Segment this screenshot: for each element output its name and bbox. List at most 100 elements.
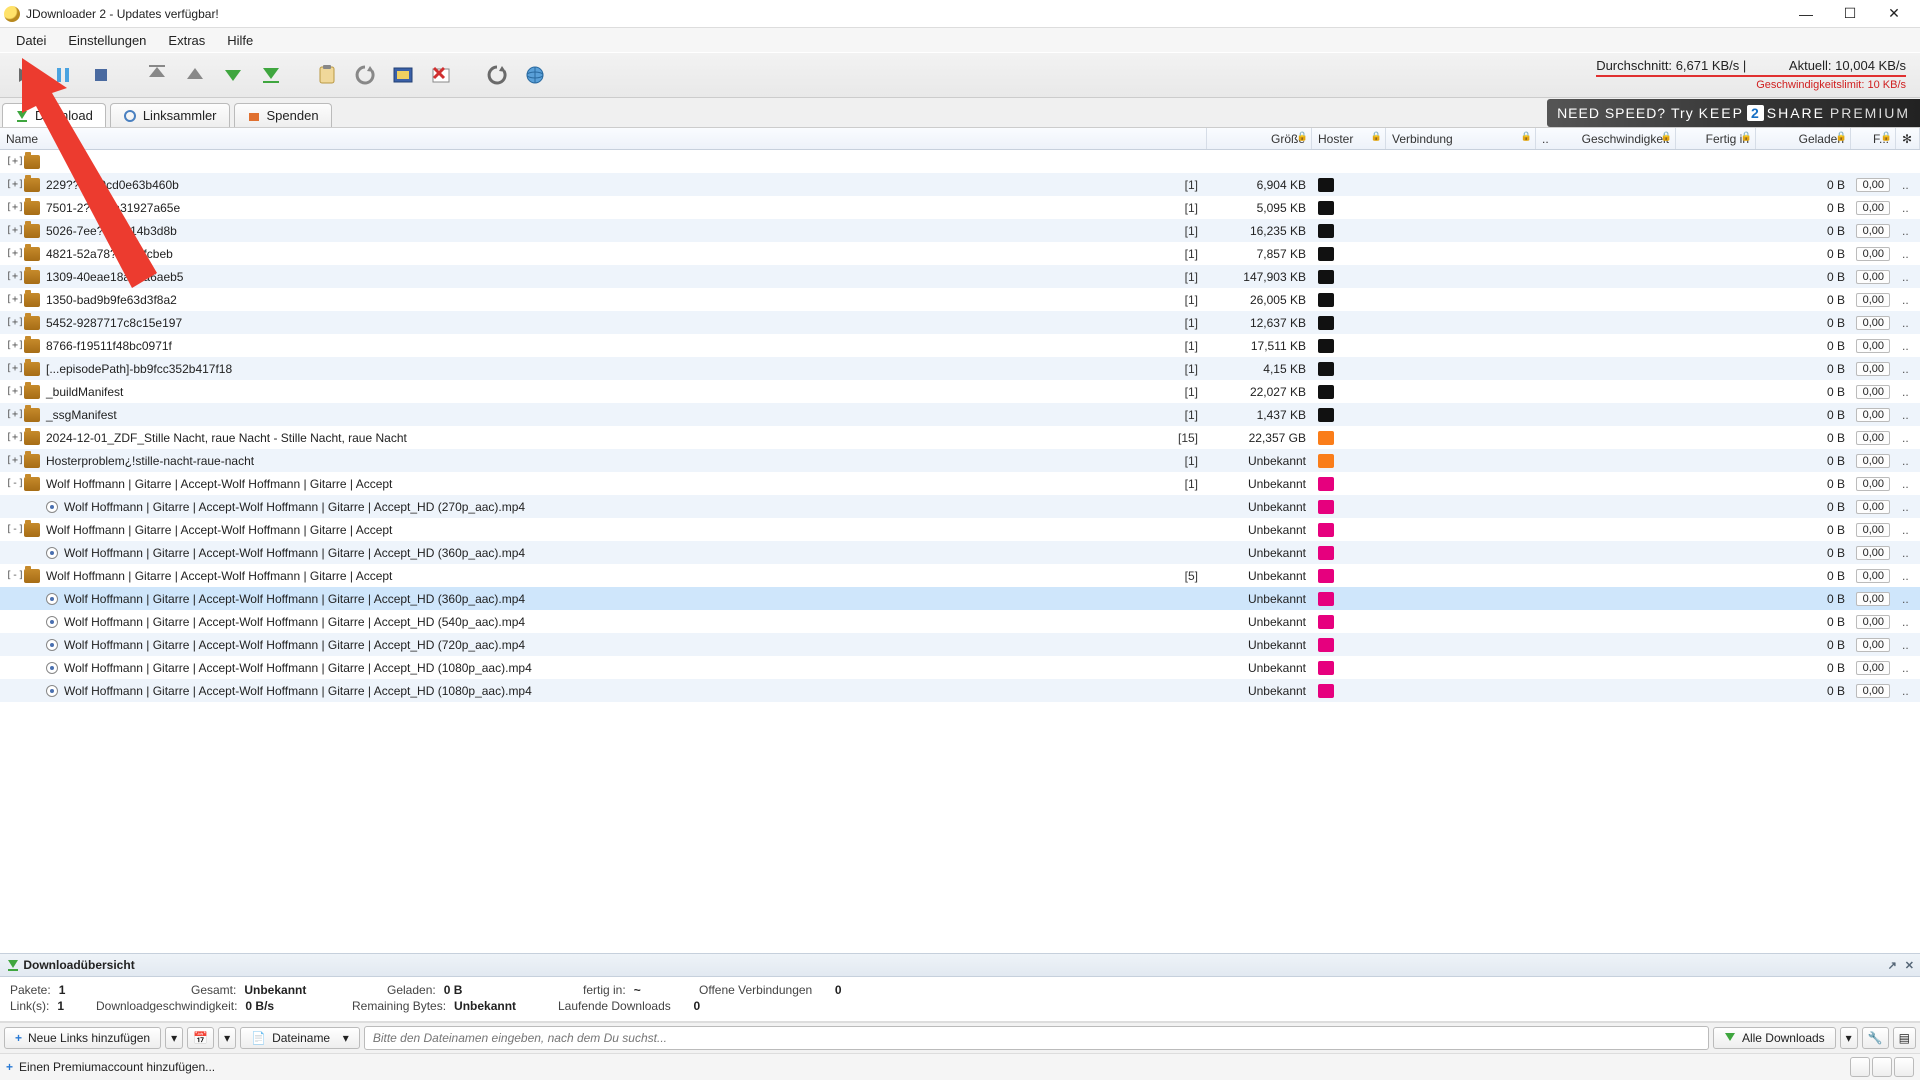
table-row[interactable]: [+]: [0, 150, 1920, 173]
table-row[interactable]: [+]_ssgManifest[1]1,437 KB0 B0,00..: [0, 403, 1920, 426]
row-menu[interactable]: ..: [1896, 247, 1920, 261]
row-menu[interactable]: ..: [1896, 661, 1920, 675]
menu-einstellungen[interactable]: Einstellungen: [58, 31, 156, 50]
col-speed[interactable]: ..Geschwindigkeit🔒: [1536, 128, 1676, 149]
table-row[interactable]: [+]1350-bad9b9fe63d3f8a2[1]26,005 KB0 B0…: [0, 288, 1920, 311]
tree-toggle[interactable]: [+]: [6, 156, 20, 167]
add-links-menu[interactable]: ▾: [165, 1027, 183, 1049]
col-menu[interactable]: ✻: [1896, 128, 1920, 149]
move-bottom-button[interactable]: [256, 60, 286, 90]
row-menu[interactable]: ..: [1896, 224, 1920, 238]
table-row[interactable]: [+]1309-40eae18a?1a6aeb5[1]147,903 KB0 B…: [0, 265, 1920, 288]
stop-button[interactable]: [86, 60, 116, 90]
col-loaded[interactable]: Geladen🔒: [1756, 128, 1851, 149]
table-row[interactable]: [-]Wolf Hoffmann | Gitarre | Accept-Wolf…: [0, 518, 1920, 541]
overview-close[interactable]: ✕: [1905, 959, 1914, 972]
tree-toggle[interactable]: [+]: [6, 340, 20, 351]
table-row[interactable]: [+]5452-9287717c8c15e197[1]12,637 KB0 B0…: [0, 311, 1920, 334]
overview-expand[interactable]: ↗: [1888, 959, 1897, 972]
row-menu[interactable]: ..: [1896, 316, 1920, 330]
table-row[interactable]: [+]7501-2??8f6a31927a65e[1]5,095 KB0 B0,…: [0, 196, 1920, 219]
add-links-button[interactable]: +Neue Links hinzufügen: [4, 1027, 161, 1049]
table-row[interactable]: Wolf Hoffmann | Gitarre | Accept-Wolf Ho…: [0, 587, 1920, 610]
schedule-menu[interactable]: ▾: [218, 1027, 236, 1049]
tree-toggle[interactable]: [+]: [6, 409, 20, 420]
update-button[interactable]: [482, 60, 512, 90]
row-menu[interactable]: ..: [1896, 546, 1920, 560]
col-eta[interactable]: Fertig in🔒: [1676, 128, 1756, 149]
table-row[interactable]: [+]8766-f19511f48bc0971f[1]17,511 KB0 B0…: [0, 334, 1920, 357]
move-up-button[interactable]: [180, 60, 210, 90]
tree-toggle[interactable]: [+]: [6, 179, 20, 190]
col-size[interactable]: Größe🔒: [1207, 128, 1312, 149]
tree-toggle[interactable]: [+]: [6, 432, 20, 443]
table-row[interactable]: [+]_buildManifest[1]22,027 KB0 B0,00..: [0, 380, 1920, 403]
status-btn-2[interactable]: [1872, 1057, 1892, 1077]
table-row[interactable]: Wolf Hoffmann | Gitarre | Accept-Wolf Ho…: [0, 495, 1920, 518]
row-menu[interactable]: ..: [1896, 684, 1920, 698]
refresh-button[interactable]: [350, 60, 380, 90]
row-menu[interactable]: ..: [1896, 431, 1920, 445]
table-row[interactable]: [+]229???850cd0e63b460b[1]6,904 KB0 B0,0…: [0, 173, 1920, 196]
tab-linksammler[interactable]: Linksammler: [110, 103, 230, 127]
row-menu[interactable]: ..: [1896, 454, 1920, 468]
move-top-button[interactable]: [142, 60, 172, 90]
col-f[interactable]: F...🔒: [1851, 128, 1896, 149]
tree-toggle[interactable]: [+]: [6, 363, 20, 374]
filter-button[interactable]: ▤: [1893, 1027, 1916, 1049]
status-btn-1[interactable]: [1850, 1057, 1870, 1077]
table-row[interactable]: [+]5026-7ee??e2814b3d8b[1]16,235 KB0 B0,…: [0, 219, 1920, 242]
filename-filter-button[interactable]: 📄Dateiname ▾: [240, 1027, 360, 1049]
row-menu[interactable]: ..: [1896, 293, 1920, 307]
table-row[interactable]: Wolf Hoffmann | Gitarre | Accept-Wolf Ho…: [0, 679, 1920, 702]
tree-toggle[interactable]: [+]: [6, 225, 20, 236]
row-menu[interactable]: ..: [1896, 615, 1920, 629]
col-name[interactable]: Name: [0, 128, 1207, 149]
schedule-button[interactable]: 📅: [187, 1027, 214, 1049]
row-menu[interactable]: ..: [1896, 523, 1920, 537]
table-row[interactable]: [-]Wolf Hoffmann | Gitarre | Accept-Wolf…: [0, 472, 1920, 495]
status-btn-3[interactable]: [1894, 1057, 1914, 1077]
row-menu[interactable]: ..: [1896, 385, 1920, 399]
row-menu[interactable]: ..: [1896, 178, 1920, 192]
row-menu[interactable]: ..: [1896, 569, 1920, 583]
tree-toggle[interactable]: [-]: [6, 524, 20, 535]
all-downloads-menu[interactable]: ▾: [1840, 1027, 1858, 1049]
settings-button[interactable]: 🔧: [1862, 1027, 1889, 1049]
pause-button[interactable]: [48, 60, 78, 90]
close-button[interactable]: ✕: [1872, 0, 1916, 28]
minimize-button[interactable]: —: [1784, 0, 1828, 28]
table-row[interactable]: Wolf Hoffmann | Gitarre | Accept-Wolf Ho…: [0, 610, 1920, 633]
col-conn[interactable]: Verbindung🔒: [1386, 128, 1536, 149]
tree-toggle[interactable]: [+]: [6, 294, 20, 305]
move-down-button[interactable]: [218, 60, 248, 90]
maximize-button[interactable]: ☐: [1828, 0, 1872, 28]
tree-toggle[interactable]: [-]: [6, 478, 20, 489]
col-hoster[interactable]: Hoster🔒: [1312, 128, 1386, 149]
row-menu[interactable]: ..: [1896, 638, 1920, 652]
tree-toggle[interactable]: [+]: [6, 271, 20, 282]
table-body[interactable]: [+][+]229???850cd0e63b460b[1]6,904 KB0 B…: [0, 150, 1920, 953]
table-row[interactable]: [+]4821-52a78??e29fcbeb[1]7,857 KB0 B0,0…: [0, 242, 1920, 265]
row-menu[interactable]: ..: [1896, 500, 1920, 514]
tab-download[interactable]: Download: [2, 103, 106, 127]
tab-spenden[interactable]: Spenden: [234, 103, 332, 127]
tree-toggle[interactable]: [+]: [6, 202, 20, 213]
speed-banner[interactable]: NEED SPEED? Try KEEP 2 SHARE PREMIUM: [1547, 99, 1920, 127]
all-downloads-button[interactable]: Alle Downloads: [1713, 1027, 1836, 1049]
menu-hilfe[interactable]: Hilfe: [217, 31, 263, 50]
captcha-button[interactable]: [388, 60, 418, 90]
row-menu[interactable]: ..: [1896, 201, 1920, 215]
row-menu[interactable]: ..: [1896, 477, 1920, 491]
table-row[interactable]: Wolf Hoffmann | Gitarre | Accept-Wolf Ho…: [0, 541, 1920, 564]
play-button[interactable]: [10, 60, 40, 90]
row-menu[interactable]: ..: [1896, 270, 1920, 284]
table-row[interactable]: [+]2024-12-01_ZDF_Stille Nacht, raue Nac…: [0, 426, 1920, 449]
table-row[interactable]: [+][...episodePath]-bb9fcc352b417f18[1]4…: [0, 357, 1920, 380]
tree-toggle[interactable]: [+]: [6, 317, 20, 328]
menu-extras[interactable]: Extras: [158, 31, 215, 50]
row-menu[interactable]: ..: [1896, 408, 1920, 422]
table-row[interactable]: Wolf Hoffmann | Gitarre | Accept-Wolf Ho…: [0, 656, 1920, 679]
remove-button[interactable]: [426, 60, 456, 90]
menu-datei[interactable]: Datei: [6, 31, 56, 50]
